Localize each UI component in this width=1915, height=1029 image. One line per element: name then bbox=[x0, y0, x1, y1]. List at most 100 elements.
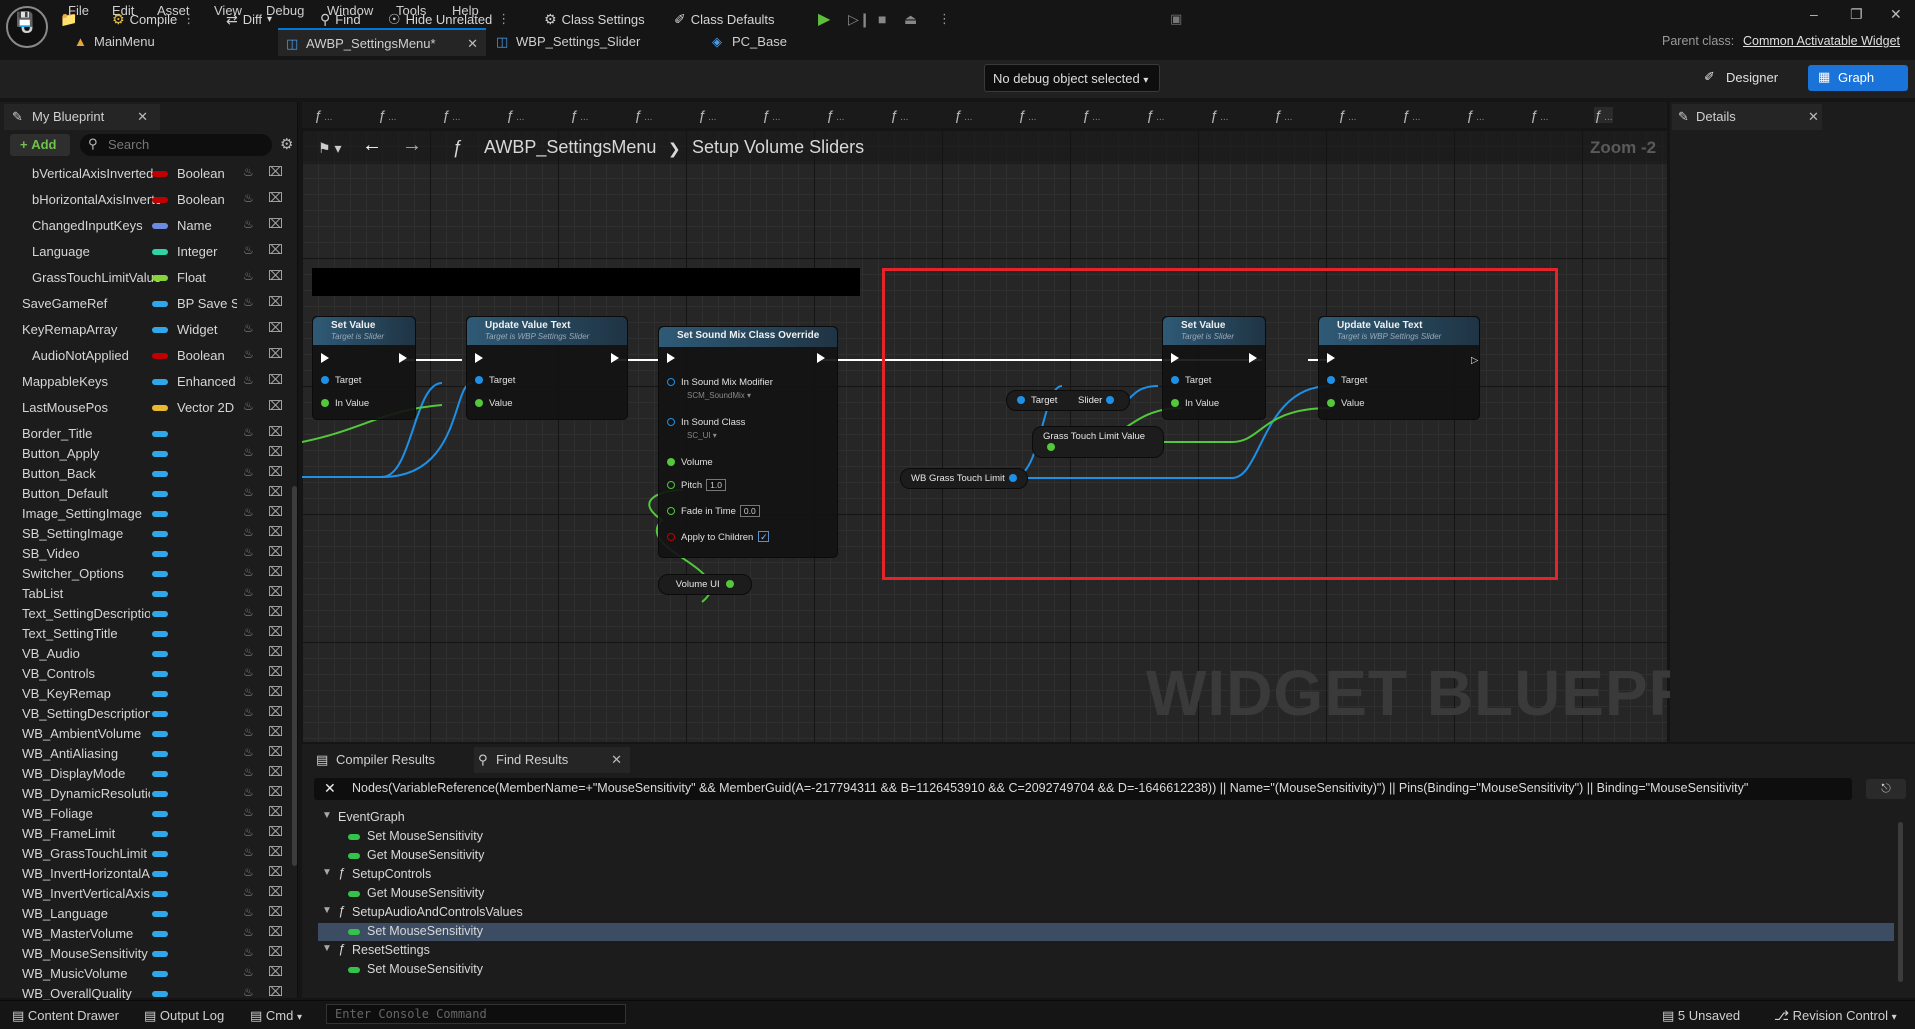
visibility-eye-icon[interactable]: ⌧ bbox=[268, 704, 283, 720]
content-drawer-button[interactable]: ▤ Content Drawer bbox=[12, 1008, 119, 1024]
variable-row[interactable]: WB_MouseSensitivity ♨ ⌧ bbox=[0, 944, 292, 964]
apply-to-children-pin[interactable]: Apply to Children ✓ bbox=[667, 531, 770, 543]
tree-category-row[interactable]: ▼ EventGraph bbox=[318, 809, 1894, 827]
variable-row[interactable]: Text_SettingTitle ♨ ⌧ bbox=[0, 624, 292, 644]
variable-row[interactable]: Button_Apply ♨ ⌧ bbox=[0, 444, 292, 464]
my-blueprint-tab[interactable]: ✎ My Blueprint ✕ bbox=[4, 104, 160, 130]
function-tab-icon[interactable]: ƒ ... bbox=[826, 107, 845, 123]
pitch-pin[interactable]: Pitch 1.0 bbox=[667, 479, 726, 491]
close-window-icon[interactable]: ✕ bbox=[1890, 6, 1902, 23]
variable-row[interactable]: LastMousePos Vector 2D ♨ ⌧ bbox=[0, 398, 292, 418]
volume-pin[interactable]: Volume bbox=[667, 457, 713, 468]
variable-row[interactable]: bVerticalAxisInverted Boolean ♨ ⌧ bbox=[0, 164, 292, 184]
function-tab-icon[interactable]: ƒ ... bbox=[1018, 107, 1037, 123]
replication-icon[interactable]: ♨ bbox=[243, 685, 254, 699]
variable-row[interactable]: Border_Title ♨ ⌧ bbox=[0, 424, 292, 444]
replication-icon[interactable]: ♨ bbox=[243, 321, 254, 335]
replication-icon[interactable]: ♨ bbox=[243, 785, 254, 799]
replication-icon[interactable]: ♨ bbox=[243, 925, 254, 939]
replication-icon[interactable]: ♨ bbox=[243, 985, 254, 999]
designer-mode-button[interactable]: ✐ Designer bbox=[1696, 65, 1790, 91]
visibility-eye-icon[interactable]: ⌧ bbox=[268, 320, 283, 336]
add-button[interactable]: + Add bbox=[10, 134, 70, 156]
visibility-eye-icon[interactable]: ⌧ bbox=[268, 964, 283, 980]
function-tab-icon[interactable]: ƒ ... bbox=[1594, 107, 1613, 123]
compile-button[interactable]: ⚙ Compile ⋮ bbox=[112, 8, 195, 30]
sound-class-select[interactable]: SC_UI ▾ bbox=[687, 431, 717, 440]
variable-row[interactable]: WB_Language ♨ ⌧ bbox=[0, 904, 292, 924]
function-tab-icon[interactable]: ƒ ... bbox=[442, 107, 461, 123]
visibility-eye-icon[interactable]: ⌧ bbox=[268, 190, 283, 206]
replication-icon[interactable]: ♨ bbox=[243, 905, 254, 919]
visibility-eye-icon[interactable]: ⌧ bbox=[268, 564, 283, 580]
replication-icon[interactable]: ♨ bbox=[243, 825, 254, 839]
replication-icon[interactable]: ♨ bbox=[243, 373, 254, 387]
replication-icon[interactable]: ♨ bbox=[243, 525, 254, 539]
variable-row[interactable]: VB_Controls ♨ ⌧ bbox=[0, 664, 292, 684]
exec-out-pin[interactable] bbox=[1249, 353, 1257, 366]
variable-row[interactable]: Switcher_Options ♨ ⌧ bbox=[0, 564, 292, 584]
unsaved-button[interactable]: ▤ 5 Unsaved bbox=[1662, 1008, 1740, 1024]
pitch-input[interactable]: 1.0 bbox=[706, 479, 726, 491]
parent-class-link[interactable]: Common Activatable Widget bbox=[1743, 34, 1900, 48]
expand-arrow-icon[interactable]: ▼ bbox=[322, 810, 332, 821]
replication-icon[interactable]: ♨ bbox=[243, 445, 254, 459]
visibility-eye-icon[interactable]: ⌧ bbox=[268, 944, 283, 960]
replication-icon[interactable]: ♨ bbox=[243, 545, 254, 559]
expand-arrow-icon[interactable]: ▼ bbox=[322, 905, 332, 916]
variable-row[interactable]: Image_SettingImage ♨ ⌧ bbox=[0, 504, 292, 524]
variable-row[interactable]: WB_DisplayMode ♨ ⌧ bbox=[0, 764, 292, 784]
wb-grass-touch-limit-node[interactable]: WB Grass Touch Limit bbox=[900, 468, 1028, 489]
hide-unrelated-button[interactable]: ☉ Hide Unrelated ⋮ bbox=[388, 8, 510, 30]
visibility-eye-icon[interactable]: ⌧ bbox=[268, 864, 283, 880]
replication-icon[interactable]: ♨ bbox=[243, 845, 254, 859]
variable-row[interactable]: SaveGameRef BP Save Settings ♨ ⌧ bbox=[0, 294, 292, 314]
visibility-eye-icon[interactable]: ⌧ bbox=[268, 584, 283, 600]
replication-icon[interactable]: ♨ bbox=[243, 725, 254, 739]
visibility-eye-icon[interactable]: ⌧ bbox=[268, 804, 283, 820]
breadcrumb-root[interactable]: AWBP_SettingsMenu bbox=[484, 137, 656, 158]
output-log-button[interactable]: ▤ Output Log bbox=[144, 1008, 224, 1024]
variable-row[interactable]: WB_Foliage ♨ ⌧ bbox=[0, 804, 292, 824]
function-tab-icon[interactable]: ƒ ... bbox=[634, 107, 653, 123]
console-command-input[interactable]: Enter Console Command bbox=[326, 1004, 626, 1024]
debug-object-select[interactable]: No debug object selected ▾ bbox=[984, 64, 1160, 92]
visibility-eye-icon[interactable]: ⌧ bbox=[268, 764, 283, 780]
function-tab-icon[interactable]: ƒ ... bbox=[954, 107, 973, 123]
visibility-eye-icon[interactable]: ⌧ bbox=[268, 724, 283, 740]
visibility-eye-icon[interactable]: ⌧ bbox=[268, 924, 283, 940]
replication-icon[interactable]: ♨ bbox=[243, 805, 254, 819]
function-tab-icon[interactable]: ƒ ... bbox=[762, 107, 781, 123]
forward-arrow-icon[interactable]: → bbox=[402, 134, 422, 157]
close-tab-icon[interactable]: ✕ bbox=[611, 752, 622, 768]
set-value-node-2[interactable]: Set Value Target is Slider Target In Valu… bbox=[1162, 316, 1266, 420]
function-tab-icon[interactable]: ƒ ... bbox=[1082, 107, 1101, 123]
replication-icon[interactable]: ♨ bbox=[243, 505, 254, 519]
visibility-eye-icon[interactable]: ⌧ bbox=[268, 524, 283, 540]
replication-icon[interactable]: ♨ bbox=[243, 165, 254, 179]
replication-icon[interactable]: ♨ bbox=[243, 885, 254, 899]
visibility-eye-icon[interactable]: ⌧ bbox=[268, 604, 283, 620]
variable-row[interactable]: WB_FrameLimit ♨ ⌧ bbox=[0, 824, 292, 844]
settings-gear-icon[interactable]: ⚙ bbox=[280, 135, 293, 153]
tree-category-row[interactable]: ▼ ƒ SetupAudioAndControlsValues bbox=[318, 904, 1894, 922]
variable-row[interactable]: WB_InvertHorizontalAxis ♨ ⌧ bbox=[0, 864, 292, 884]
grass-touch-limit-value-node[interactable]: Grass Touch Limit Value bbox=[1032, 426, 1164, 458]
apply-to-children-checkbox[interactable]: ✓ bbox=[758, 531, 770, 542]
replication-icon[interactable]: ♨ bbox=[243, 217, 254, 231]
function-tab-icon[interactable]: ƒ ... bbox=[1402, 107, 1421, 123]
tree-result-row[interactable]: Set MouseSensitivity bbox=[318, 828, 1894, 846]
visibility-eye-icon[interactable]: ⌧ bbox=[268, 744, 283, 760]
tree-category-row[interactable]: ▼ ƒ SetupControls bbox=[318, 866, 1894, 884]
visibility-eye-icon[interactable]: ⌧ bbox=[268, 346, 283, 362]
breadcrumb-leaf[interactable]: Setup Volume Sliders bbox=[692, 137, 864, 158]
value-pin[interactable]: Value bbox=[1327, 398, 1365, 409]
replication-icon[interactable]: ♨ bbox=[243, 605, 254, 619]
cmd-button[interactable]: ▤ Cmd ▾ bbox=[250, 1008, 302, 1024]
exec-out-pin[interactable]: ▷ bbox=[1463, 353, 1478, 366]
value-pin[interactable]: Value bbox=[475, 398, 513, 409]
expand-arrow-icon[interactable]: ▼ bbox=[322, 867, 332, 878]
set-sound-mix-class-override-node[interactable]: Set Sound Mix Class Override In Sound Mi… bbox=[658, 326, 838, 558]
clear-search-icon[interactable]: ✕ bbox=[324, 780, 336, 797]
exec-out-pin[interactable] bbox=[399, 353, 407, 366]
